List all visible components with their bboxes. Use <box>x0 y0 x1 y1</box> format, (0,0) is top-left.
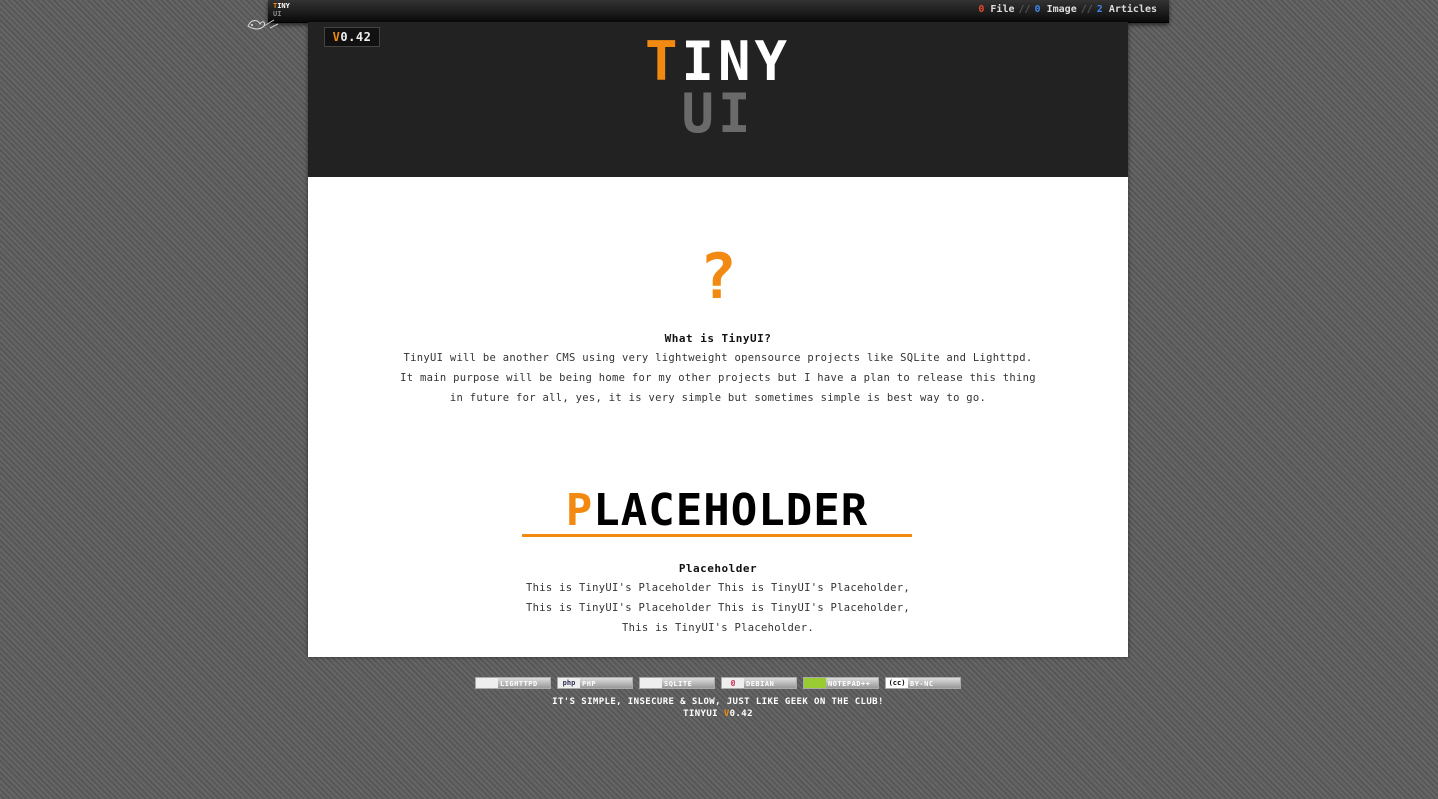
lighttpd-badge[interactable]: LIGHTTPD <box>475 677 551 689</box>
question-mark-icon: ? <box>699 240 737 313</box>
footer: LIGHTTPD php PHP SQLITE @ DEBIAN NOTEPAD++ (cc)… <box>308 677 1128 720</box>
placeholder-line: This is TinyUI's Placeholder. <box>621 622 815 634</box>
cc-icon: (cc) <box>886 678 908 688</box>
footer-version-number: 0.42 <box>729 709 753 719</box>
stat-images-count: 0 <box>1034 4 1041 15</box>
chameleon-icon <box>804 678 826 688</box>
intro-line: in future for all, yes, it is very simpl… <box>449 392 987 404</box>
intro-body: TinyUI will be another CMS using very li… <box>368 348 1068 408</box>
top-bar: TINY UI 0 File//0 Image//2 Articles <box>268 0 1169 23</box>
php-icon: php <box>558 678 580 688</box>
sqlite-badge[interactable]: SQLITE <box>639 677 715 689</box>
stat-files[interactable]: 0 File <box>978 4 1014 15</box>
main-page: V0.42 TINY UI ? What is TinyUI? TinyUI w… <box>308 22 1128 657</box>
footer-version-label: TINYUI <box>683 709 718 719</box>
site-logo-ui[interactable]: UI <box>308 86 1128 142</box>
stat-articles-count: 2 <box>1096 4 1103 15</box>
stat-files-label: File <box>990 4 1015 15</box>
logo-initial: T <box>644 30 682 93</box>
stat-images[interactable]: 0 Image <box>1035 4 1077 15</box>
feather-icon <box>476 678 498 688</box>
stat-files-count: 0 <box>978 4 985 15</box>
feather-icon <box>640 678 662 688</box>
badge-label: SQLITE <box>664 680 693 688</box>
footer-version: TINYUI V0.42 <box>308 708 1128 720</box>
placeholder-title: Placeholder <box>678 562 758 575</box>
debian-badge[interactable]: @ DEBIAN <box>721 677 797 689</box>
intro-line: It main purpose will be being home for m… <box>400 372 1036 384</box>
placeholder-banner-rest: LACEHOLDER <box>593 488 869 536</box>
placeholder-body: This is TinyUI's Placeholder This is Tin… <box>368 578 1068 638</box>
php-badge[interactable]: php PHP <box>557 677 633 689</box>
page-header: V0.42 TINY UI <box>308 22 1128 177</box>
stats-counter: 0 File//0 Image//2 Articles <box>978 4 1157 15</box>
cc-badge[interactable]: (cc) BY-NC <box>885 677 961 689</box>
stat-separator: // <box>1080 4 1093 15</box>
badge-label: BY-NC <box>910 680 934 688</box>
badge-label: LIGHTTPD <box>500 680 538 688</box>
placeholder-banner: PLACEHOLDER <box>522 488 912 537</box>
footer-tagline: IT'S SIMPLE, INSECURE & SLOW, JUST LIKE … <box>552 697 884 707</box>
placeholder-line: This is TinyUI's Placeholder This is Tin… <box>525 582 911 594</box>
placeholder-line: This is TinyUI's Placeholder This is Tin… <box>525 602 911 614</box>
placeholder-banner-initial: P <box>565 488 594 536</box>
badge-label: DEBIAN <box>746 680 775 688</box>
stat-separator: // <box>1018 4 1031 15</box>
notepad-badge[interactable]: NOTEPAD++ <box>803 677 879 689</box>
intro-title: What is TinyUI? <box>664 332 772 345</box>
debian-swirl-icon: @ <box>722 678 744 688</box>
stat-articles[interactable]: 2 Articles <box>1097 4 1157 15</box>
bird-icon <box>247 19 279 30</box>
stat-articles-label: Articles <box>1108 4 1157 15</box>
badge-label: NOTEPAD++ <box>828 680 871 688</box>
topbar-logo-rest: INY <box>277 2 290 10</box>
badge-buttons: LIGHTTPD php PHP SQLITE @ DEBIAN NOTEPAD++ (cc)… <box>308 677 1128 691</box>
badge-label: PHP <box>582 680 597 688</box>
intro-line: TinyUI will be another CMS using very li… <box>403 352 1033 364</box>
stat-images-label: Image <box>1046 4 1077 15</box>
